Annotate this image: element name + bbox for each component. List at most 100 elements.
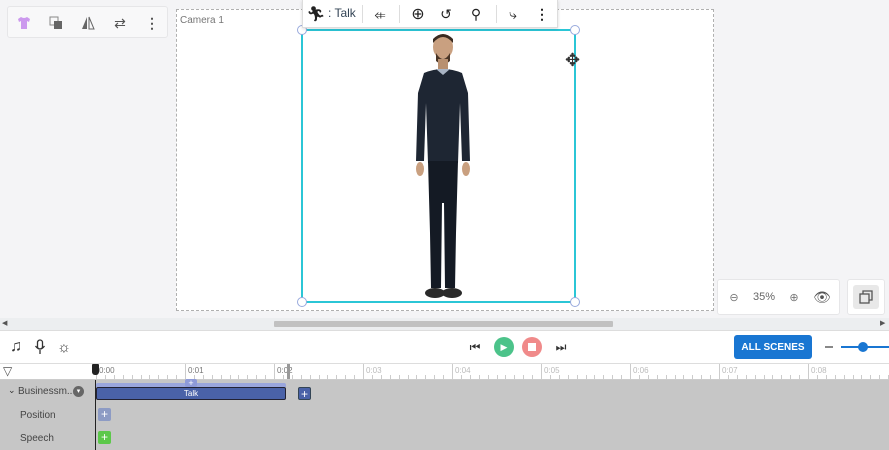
play-button[interactable]: ▶ — [494, 337, 514, 357]
ruler-minor-tick — [736, 375, 738, 379]
zoom-out-icon[interactable]: ⊖ — [726, 289, 742, 305]
ruler-minor-tick — [487, 375, 489, 379]
scroll-right-icon[interactable]: ▶ — [880, 319, 885, 327]
ruler-minor-tick — [727, 375, 729, 379]
zoom-panel: ⊖ 35% ⊕ 👁︎ — [717, 279, 840, 315]
filter-icon[interactable]: ▽ — [3, 364, 12, 378]
zoom-in-icon[interactable]: ⊕ — [786, 289, 802, 305]
ruler-minor-tick — [211, 375, 213, 379]
ruler-minor-tick — [790, 375, 792, 379]
timeline-ruler[interactable]: ▽ 0:00 0:01 0:02 0:03 0:04 0:05 0:06 0:07 0:08 — [0, 363, 889, 380]
walk-icon[interactable]: 🏃︎ — [306, 4, 325, 24]
rotate-icon[interactable]: ↺ — [435, 4, 457, 24]
collapse-chevron-icon[interactable]: ⌄ — [8, 385, 16, 396]
swap-direction-icon[interactable]: ⤂ — [369, 4, 391, 24]
ruler-minor-tick — [772, 375, 774, 379]
businessman-character[interactable] — [398, 33, 488, 305]
resize-handle[interactable] — [297, 297, 307, 307]
ruler-minor-tick — [692, 375, 694, 379]
ruler-minor-tick — [443, 375, 445, 379]
ruler-minor-tick — [149, 375, 151, 379]
ruler-minor-tick — [434, 375, 436, 379]
clip-label: Talk — [183, 389, 199, 398]
ruler-minor-tick — [398, 375, 400, 379]
talk-clip[interactable]: Talk — [96, 387, 286, 400]
ruler-minor-tick — [460, 375, 462, 379]
ruler-minor-tick — [496, 375, 498, 379]
microphone-icon[interactable] — [30, 337, 50, 357]
brightness-icon[interactable]: ☼ — [54, 337, 74, 357]
character-pose-icon[interactable]: ⚲ — [465, 4, 487, 24]
resize-handle[interactable] — [570, 297, 580, 307]
ruler-label: 0:03 — [366, 366, 382, 375]
ruler-minor-tick — [247, 375, 249, 379]
music-icon[interactable]: ♫ — [6, 337, 26, 357]
track-label: Position — [20, 410, 56, 421]
ruler-minor-tick — [345, 375, 347, 379]
character-selection[interactable] — [297, 25, 580, 307]
ruler-minor-tick — [585, 375, 587, 379]
ruler-minor-tick — [131, 375, 133, 379]
ruler-minor-tick — [416, 375, 418, 379]
ruler-label: 0:04 — [455, 366, 471, 375]
more-vertical-icon[interactable]: ⋮ — [142, 13, 162, 33]
action-label[interactable]: : Talk — [328, 6, 356, 20]
skip-back-icon[interactable]: ⏮︎ — [466, 338, 484, 356]
end-marker[interactable] — [287, 364, 290, 379]
timeline-toolbar: ♫ ☼ ⏮︎ ▶ ⏭︎ ALL SCENES — [0, 330, 889, 363]
scroll-left-icon[interactable]: ◀ — [2, 319, 7, 327]
ruler-minor-tick — [763, 375, 765, 379]
move-icon[interactable]: ✥ — [565, 50, 580, 71]
layers-icon[interactable] — [46, 13, 66, 33]
ruler-minor-tick — [523, 375, 525, 379]
ruler-minor-tick — [612, 375, 614, 379]
ruler-minor-tick — [113, 375, 115, 379]
ruler-label: 0:07 — [722, 366, 738, 375]
track-row-businessman[interactable]: ⌄ Businessm... ▾ — [0, 384, 96, 400]
copy-icon[interactable] — [853, 285, 879, 309]
ruler-minor-tick — [469, 375, 471, 379]
track-options-icon[interactable]: ▾ — [73, 386, 84, 397]
ruler-minor-tick — [834, 375, 836, 379]
ruler-minor-tick — [202, 375, 204, 379]
ruler-minor-tick — [843, 375, 845, 379]
scrollbar-thumb[interactable] — [274, 321, 613, 327]
ruler-minor-tick — [505, 375, 507, 379]
timeline-zoom-slider[interactable] — [841, 342, 889, 352]
track-label: Businessm... — [18, 386, 76, 397]
stop-button[interactable] — [522, 337, 542, 357]
path-icon[interactable]: ⤷ — [502, 4, 524, 24]
ruler-major-tick — [719, 364, 720, 380]
zoom-out-timeline-icon[interactable] — [825, 346, 833, 348]
all-scenes-button[interactable]: ALL SCENES — [734, 335, 812, 359]
ruler-minor-tick — [158, 375, 160, 379]
add-action-button[interactable]: + — [298, 387, 311, 401]
ruler-minor-tick — [603, 375, 605, 379]
ruler-minor-tick — [710, 375, 712, 379]
ruler-minor-tick — [870, 375, 872, 379]
skip-forward-icon[interactable]: ⏭︎ — [552, 338, 570, 356]
more-vertical-icon[interactable]: ⋮ — [533, 4, 551, 24]
flip-icon[interactable] — [78, 13, 98, 33]
resize-handle[interactable] — [570, 25, 580, 35]
ruler-minor-tick — [745, 375, 747, 379]
timeline-tracks: ⌄ Businessm... ▾ Position Speech + Talk … — [0, 379, 889, 450]
playhead[interactable] — [92, 364, 99, 375]
ruler-minor-tick — [816, 375, 818, 379]
ruler-minor-tick — [256, 375, 258, 379]
add-speech-button[interactable]: + — [98, 431, 111, 444]
ruler-minor-tick — [567, 375, 569, 379]
globe-icon[interactable]: ⊕ — [407, 4, 429, 24]
swap-icon[interactable]: ⇄ — [110, 13, 130, 33]
add-clip-above-button[interactable]: + — [185, 379, 197, 388]
horizontal-scrollbar[interactable]: ◀ ▶ — [0, 318, 889, 330]
shirt-icon[interactable] — [14, 13, 34, 33]
ruler-minor-tick — [371, 375, 373, 379]
ruler-minor-tick — [478, 375, 480, 379]
visibility-icon[interactable]: 👁︎ — [812, 288, 832, 306]
ruler-major-tick — [274, 364, 275, 380]
zoom-level: 35% — [753, 291, 776, 303]
add-position-button[interactable]: + — [98, 408, 111, 421]
camera-label: Camera 1 — [180, 15, 224, 26]
ruler-minor-tick — [701, 375, 703, 379]
